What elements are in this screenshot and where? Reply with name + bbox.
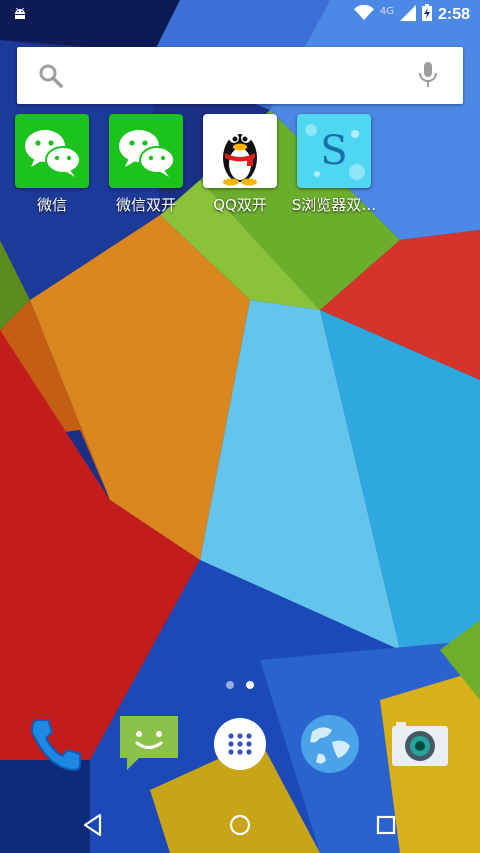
app-wechat-dual[interactable]: 微信双开 (99, 114, 193, 215)
page-dot-active[interactable] (246, 681, 254, 689)
app-label: 微信 (36, 196, 67, 214)
wifi-icon (353, 4, 374, 25)
back-icon[interactable] (80, 811, 108, 839)
app-label: 微信双开 (115, 196, 176, 214)
search-icon[interactable] (38, 63, 64, 93)
status-bar: 4G 2:58 (0, 0, 480, 30)
battery-charging-icon (421, 4, 432, 25)
browser-globe-icon[interactable] (298, 712, 362, 776)
clock: 2:58 (437, 5, 470, 23)
s-browser-icon[interactable]: S (297, 114, 371, 188)
app-drawer-icon[interactable] (208, 712, 272, 776)
microphone-icon[interactable] (418, 61, 438, 93)
camera-icon[interactable] (388, 712, 452, 776)
app-label: QQ双开 (213, 196, 267, 214)
messaging-icon[interactable] (117, 712, 181, 776)
app-label: S浏览器双… (291, 196, 377, 214)
page-indicator (226, 681, 254, 689)
navigation-bar (0, 797, 480, 853)
android-debug-icon (12, 5, 28, 25)
app-s-browser-dual[interactable]: S S浏览器双… (287, 114, 381, 215)
home-icon[interactable] (226, 811, 254, 839)
network-type: 4G (379, 6, 394, 17)
cell-signal-icon (399, 4, 416, 25)
page-dot[interactable] (226, 681, 234, 689)
qq-penguin-icon[interactable] (203, 114, 277, 188)
s-browser-letter: S (320, 128, 347, 174)
wechat-icon[interactable] (109, 114, 183, 188)
wechat-icon[interactable] (15, 114, 89, 188)
app-qq-dual[interactable]: QQ双开 (193, 114, 287, 215)
phone-icon[interactable] (24, 712, 88, 776)
search-bar[interactable] (17, 47, 463, 104)
app-wechat[interactable]: 微信 (5, 114, 99, 215)
recents-icon[interactable] (372, 811, 400, 839)
